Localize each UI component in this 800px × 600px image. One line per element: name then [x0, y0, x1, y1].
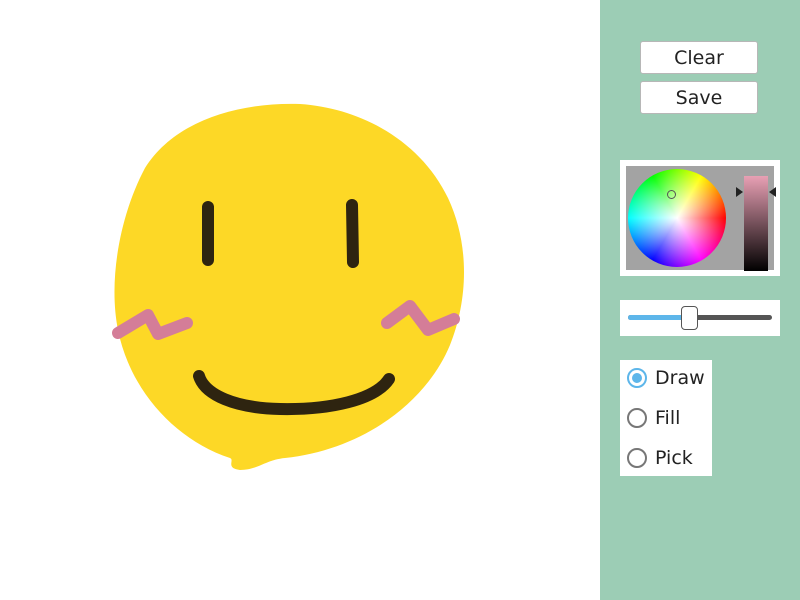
- brush-size-slider: [620, 300, 780, 336]
- tool-sidebar: Clear Save Draw Fill Pick: [600, 0, 800, 600]
- value-marker-left-icon: [736, 187, 743, 197]
- color-picker: [620, 160, 780, 276]
- save-button[interactable]: Save: [640, 81, 758, 114]
- tool-option-pick[interactable]: Pick: [620, 440, 712, 476]
- tool-label: Draw: [655, 367, 705, 389]
- radio-button[interactable]: [627, 408, 647, 428]
- color-picker-panel: [626, 166, 776, 271]
- drawing-svg: [112, 103, 465, 470]
- color-value-bar[interactable]: [744, 176, 768, 271]
- smiley-face-fill: [114, 103, 465, 470]
- color-wheel[interactable]: [628, 169, 726, 267]
- drawing-canvas[interactable]: [0, 0, 600, 600]
- radio-button[interactable]: [627, 368, 647, 388]
- right-eye-stroke: [346, 199, 359, 268]
- tool-option-draw[interactable]: Draw: [620, 360, 712, 396]
- tool-option-fill[interactable]: Fill: [620, 400, 712, 436]
- tool-label: Pick: [655, 447, 693, 469]
- radio-button[interactable]: [627, 448, 647, 468]
- slider-track[interactable]: [628, 315, 772, 320]
- tool-mode-group: Draw Fill Pick: [620, 360, 712, 476]
- color-wheel-cursor[interactable]: [667, 190, 676, 199]
- slider-thumb[interactable]: [681, 306, 699, 330]
- tool-label: Fill: [655, 407, 681, 429]
- value-marker-right-icon: [769, 187, 776, 197]
- clear-button[interactable]: Clear: [640, 41, 758, 74]
